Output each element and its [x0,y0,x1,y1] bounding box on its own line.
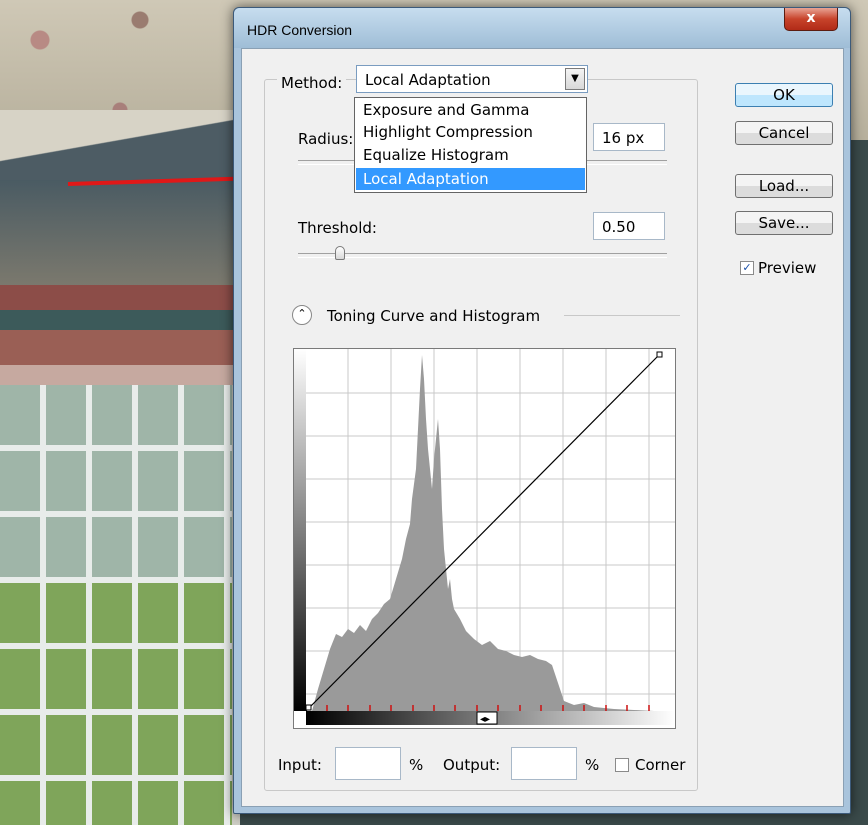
corner-checkbox[interactable] [615,758,629,772]
curve-point-bottom[interactable] [305,704,312,711]
histogram-graph[interactable]: ◂▸ [294,349,675,728]
radius-input[interactable]: 16 px [593,123,665,151]
output-gradient-bar [294,349,306,711]
load-button[interactable]: Load... [735,174,833,198]
checkmark-icon: ✓ [742,261,752,274]
output-unit: % [585,756,600,774]
method-dropdown-list: Exposure and Gamma Highlight Compression… [354,97,587,193]
toning-section-label: Toning Curve and Histogram [323,307,545,325]
window-frame [0,385,240,825]
threshold-input[interactable]: 0.50 [593,212,665,240]
dropdown-option-equalize-histogram[interactable]: Equalize Histogram [356,144,585,166]
threshold-label: Threshold: [298,219,377,237]
method-label: Method: [277,74,347,92]
toning-curve-histogram[interactable]: ◂▸ [293,348,676,729]
chevron-down-icon[interactable]: ▼ [565,68,585,90]
corner-label: Corner [635,756,686,774]
input-label: Input: [278,756,322,774]
window-valance [0,285,240,385]
hdr-conversion-dialog: HDR Conversion x Method: Local Adaptatio… [233,7,851,814]
radius-label: Radius: [298,130,354,148]
output-field[interactable] [511,747,577,780]
section-divider [564,315,680,316]
midpoint-arrows-icon: ◂▸ [480,714,490,725]
title-bar[interactable]: HDR Conversion x [234,8,850,48]
dropdown-option-exposure-gamma[interactable]: Exposure and Gamma [356,99,585,121]
collapse-toggle-icon[interactable]: ⌃ [292,305,312,325]
method-selected-value: Local Adaptation [365,71,491,89]
ok-button[interactable]: OK [735,83,833,107]
save-button[interactable]: Save... [735,211,833,235]
input-unit: % [409,756,424,774]
preview-label: Preview [758,259,817,277]
cancel-button[interactable]: Cancel [735,121,833,145]
wall [0,180,240,290]
dropdown-option-highlight-compression[interactable]: Highlight Compression [356,121,585,143]
dropdown-option-local-adaptation[interactable]: Local Adaptation [356,168,585,190]
curve-point-top[interactable] [656,351,663,358]
threshold-slider-track[interactable] [298,253,667,258]
close-button[interactable]: x [784,8,838,31]
preview-checkbox[interactable]: ✓ [740,261,754,275]
dialog-title: HDR Conversion [247,22,353,38]
threshold-slider-thumb[interactable] [335,246,345,260]
dialog-body: Method: Local Adaptation ▼ Exposure and … [241,48,844,807]
close-icon: x [806,10,816,26]
method-select[interactable]: Local Adaptation ▼ [356,65,588,93]
output-label: Output: [443,756,501,774]
input-field[interactable] [335,747,401,780]
